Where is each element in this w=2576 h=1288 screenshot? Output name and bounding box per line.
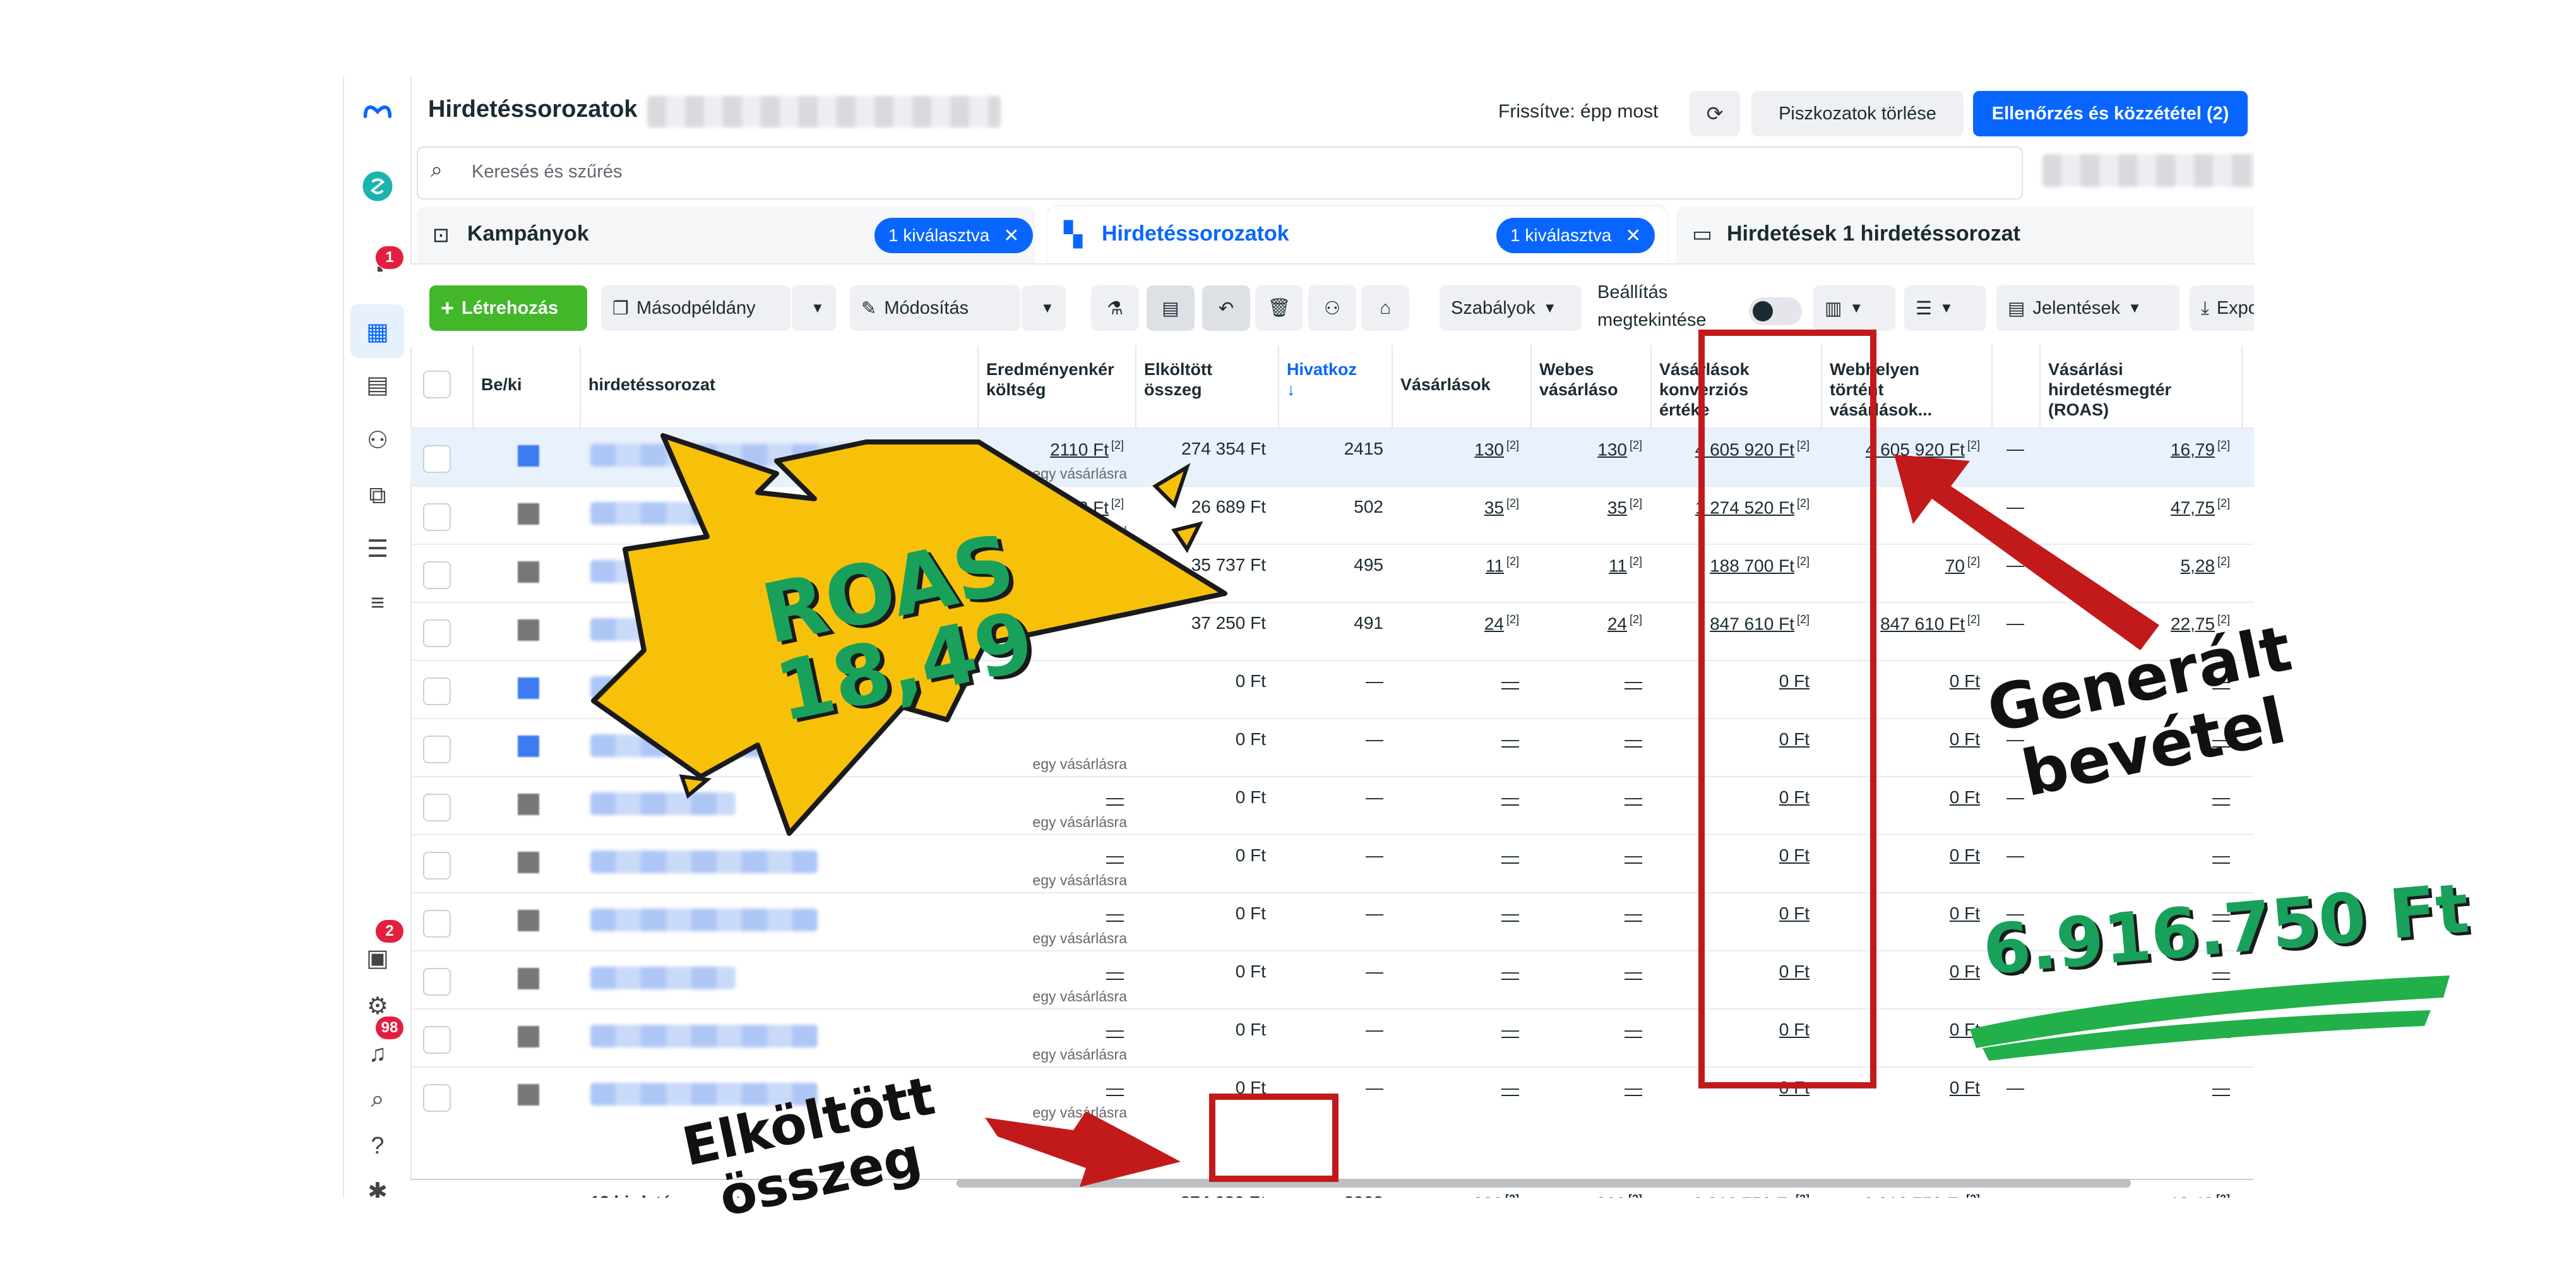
burst-fragment [1171,521,1203,553]
conversion-value-highlight [1698,330,1876,1088]
burst-fragment [679,774,712,799]
revenue-arrow [1894,455,2159,650]
burst-fragment [1152,463,1191,509]
spent-arrow [985,1111,1181,1187]
spent-total-highlight [1209,1094,1339,1182]
